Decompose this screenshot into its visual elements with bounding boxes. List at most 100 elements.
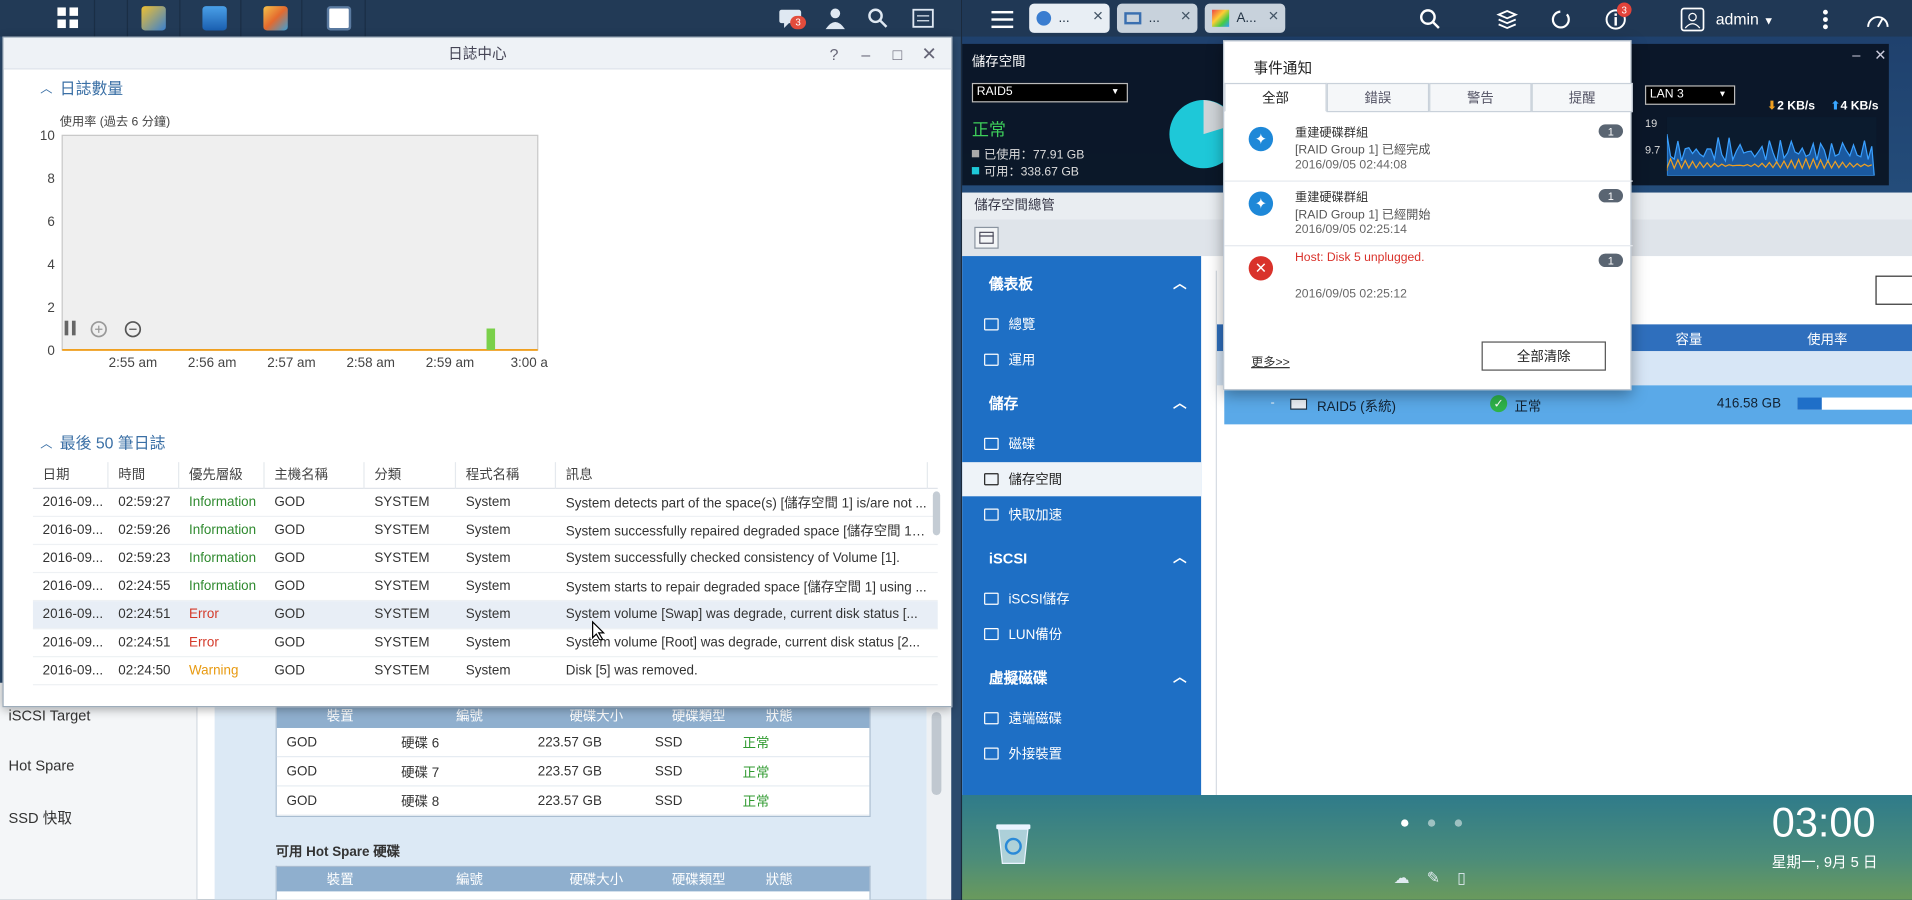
column-header-usage[interactable]: 使用率 bbox=[1807, 329, 1847, 349]
menu-button[interactable] bbox=[989, 6, 1016, 33]
sidebar-item[interactable]: 儲存空間 bbox=[962, 462, 1202, 497]
clear-all-button[interactable]: 全部清除 bbox=[1481, 341, 1606, 371]
log-row[interactable]: 2016-09... 02:59:23 Information GOD SYSTEM Sy… bbox=[32, 545, 938, 574]
column-header-program[interactable]: 程式名稱 bbox=[456, 461, 557, 489]
section-recent-logs[interactable]: ︿ 最後 50 筆日誌 bbox=[40, 430, 165, 453]
sidebar-group[interactable]: 虛擬磁碟 ︿ bbox=[962, 660, 1201, 697]
pool-row[interactable]: - RAID5 (系統) ✓ 正常 416.58 GB bbox=[1224, 385, 1912, 425]
user-avatar-button[interactable] bbox=[1679, 6, 1706, 33]
background-tasks-button[interactable] bbox=[1494, 6, 1521, 33]
log-row[interactable]: 2016-09... 02:24:51 Error GOD SYSTEM System Sy… bbox=[32, 629, 938, 658]
more-link[interactable]: 更多>> bbox=[1251, 351, 1290, 369]
main-menu-button[interactable] bbox=[41, 0, 96, 37]
zoom-out-icon[interactable] bbox=[124, 321, 144, 341]
section-title: 最後 50 筆日誌 bbox=[59, 434, 166, 453]
sidebar-item-ssd-cache[interactable]: SSD 快取 bbox=[9, 807, 72, 828]
user-button[interactable] bbox=[822, 5, 849, 32]
disk-row[interactable]: GOD 硬碟 7 223.57 GB SSD 正常 bbox=[276, 757, 870, 787]
action-button[interactable] bbox=[1875, 275, 1912, 305]
disk-row[interactable]: GOD 硬碟 8 223.57 GB SSD 正常 bbox=[276, 787, 870, 816]
sidebar-item[interactable]: 外接裝置 bbox=[962, 737, 1201, 771]
user-menu[interactable]: admin ▼ bbox=[1716, 10, 1774, 28]
cloud-icon[interactable]: ☁ bbox=[1394, 868, 1410, 888]
close-icon[interactable]: ✕ bbox=[919, 44, 939, 65]
sidebar-group[interactable]: 儀表板 ︿ bbox=[962, 266, 1201, 303]
log-row[interactable]: 2016-09... 02:59:27 Information GOD SYSTEM Sy… bbox=[32, 489, 938, 518]
notif-tab-error[interactable]: 錯誤 bbox=[1326, 82, 1430, 113]
sidebar-group[interactable]: iSCSI ︿ bbox=[962, 540, 1201, 577]
disk-row[interactable]: GOD 硬碟 6 223.57 GB SSD 正常 bbox=[276, 728, 870, 758]
close-tab-icon[interactable]: ✕ bbox=[1268, 9, 1279, 25]
sidebar-toggle-button[interactable] bbox=[974, 226, 999, 249]
notif-tab-warning[interactable]: 警告 bbox=[1429, 82, 1532, 113]
pause-icon[interactable] bbox=[64, 320, 76, 341]
notif-tab-all[interactable]: 全部 bbox=[1224, 82, 1327, 113]
dashboard-button[interactable] bbox=[1864, 6, 1891, 33]
section-log-count[interactable]: ︿ 日誌數量 bbox=[40, 76, 123, 99]
sync-button[interactable] bbox=[1547, 6, 1574, 33]
sidebar-item[interactable]: 快取加速 bbox=[962, 498, 1201, 532]
network-select[interactable]: LAN 3 ▼ bbox=[1644, 85, 1736, 105]
column-header-message[interactable]: 訊息 bbox=[556, 461, 928, 489]
taskbar-app-storage[interactable] bbox=[188, 0, 242, 37]
column-header-date[interactable]: 日期 bbox=[33, 461, 109, 489]
window-title: 日誌中心 bbox=[448, 45, 507, 63]
sidebar-item[interactable]: 運用 bbox=[962, 343, 1201, 377]
log-row[interactable]: 2016-09... 02:24:55 Information GOD SYSTEM Sy… bbox=[32, 573, 938, 602]
zoom-in-icon[interactable] bbox=[90, 321, 110, 341]
taskbar-app-package[interactable] bbox=[126, 0, 181, 37]
sidebar-item[interactable]: iSCSI儲存 bbox=[962, 582, 1201, 616]
sidebar-item-iscsi-target[interactable]: iSCSI Target bbox=[9, 707, 91, 724]
pool-select[interactable]: RAID5 ▼ bbox=[971, 82, 1128, 103]
search-button[interactable] bbox=[865, 5, 892, 32]
tab-app-3[interactable]: A... ✕ bbox=[1204, 3, 1286, 33]
more-options-button[interactable] bbox=[1812, 6, 1839, 33]
window-titlebar[interactable]: 日誌中心 ? – □ ✕ bbox=[3, 37, 952, 70]
notif-item[interactable]: ✕ Host: Disk 5 unplugged. 2016/09/05 02:25… bbox=[1224, 246, 1632, 311]
taskbar-app-log[interactable] bbox=[312, 0, 366, 37]
minimize-icon[interactable]: – bbox=[856, 44, 876, 64]
log-row[interactable]: 2016-09... 02:24:51 Error GOD SYSTEM System Sy… bbox=[32, 601, 938, 630]
notif-item[interactable]: ✦ 重建硬碟群組 [RAID Group 1] 已經開始 2016/09/05 02:… bbox=[1224, 182, 1633, 247]
widget-minimize-icon[interactable]: – bbox=[1852, 46, 1860, 63]
close-tab-icon[interactable]: ✕ bbox=[1180, 9, 1191, 25]
maximize-icon[interactable]: □ bbox=[888, 44, 908, 64]
sidebar-item[interactable]: 磁碟 bbox=[962, 427, 1201, 461]
column-header-host[interactable]: 主機名稱 bbox=[265, 461, 365, 489]
sidebar-group[interactable]: 儲存 ︿ bbox=[962, 385, 1201, 422]
log-cell-date: 2016-09... bbox=[42, 635, 104, 650]
notif-tab-reminder[interactable]: 提醒 bbox=[1531, 82, 1633, 113]
notif-item[interactable]: ✦ 重建硬碟群組 [RAID Group 1] 已經完成 2016/09/05 02:… bbox=[1224, 117, 1633, 182]
widget-close-icon[interactable]: ✕ bbox=[1874, 46, 1886, 63]
data-bar[interactable] bbox=[486, 328, 496, 350]
tab-storage[interactable]: ... ✕ bbox=[1029, 3, 1110, 33]
collapse-icon[interactable]: - bbox=[1271, 396, 1275, 409]
log-row[interactable]: 2016-09... 02:24:50 Warning GOD SYSTEM System… bbox=[32, 657, 938, 686]
column-header-level[interactable]: 優先層級 bbox=[179, 461, 265, 489]
scrollbar-thumb[interactable] bbox=[931, 712, 942, 796]
notifications-button[interactable]: 3 bbox=[778, 5, 807, 32]
page-dot-active[interactable] bbox=[1401, 819, 1409, 827]
close-tab-icon[interactable]: ✕ bbox=[1092, 9, 1103, 25]
page-dot[interactable] bbox=[1427, 819, 1436, 827]
search-button[interactable] bbox=[1417, 6, 1444, 33]
page-dot[interactable] bbox=[1454, 819, 1463, 827]
sidebar-item[interactable]: 遠端磁碟 bbox=[962, 701, 1201, 735]
sidebar-item[interactable]: 總覽 bbox=[962, 307, 1201, 341]
sidebar-item[interactable]: LUN備份 bbox=[962, 617, 1201, 651]
sidebar-item-hot-spare[interactable]: Hot Spare bbox=[9, 757, 75, 774]
log-scrollbar[interactable] bbox=[932, 491, 941, 536]
book-icon[interactable]: ▯ bbox=[1457, 868, 1466, 888]
tab-app-2[interactable]: ... ✕ bbox=[1116, 3, 1198, 33]
event-notification-button[interactable]: 3 bbox=[1602, 2, 1632, 33]
recycle-bin-icon[interactable] bbox=[989, 819, 1038, 868]
taskbar-app-control[interactable] bbox=[249, 0, 303, 37]
widgets-button[interactable] bbox=[910, 5, 937, 32]
scrollbar-track[interactable] bbox=[926, 682, 952, 900]
help-icon[interactable]: ? bbox=[824, 44, 844, 64]
column-header-time[interactable]: 時間 bbox=[109, 461, 180, 489]
tools-icon[interactable]: ✎ bbox=[1427, 868, 1440, 888]
log-row[interactable]: 2016-09... 02:59:26 Information GOD SYSTEM Sy… bbox=[32, 517, 938, 546]
column-header-capacity[interactable]: 容量 bbox=[1675, 329, 1702, 349]
column-header-category[interactable]: 分類 bbox=[365, 461, 457, 489]
